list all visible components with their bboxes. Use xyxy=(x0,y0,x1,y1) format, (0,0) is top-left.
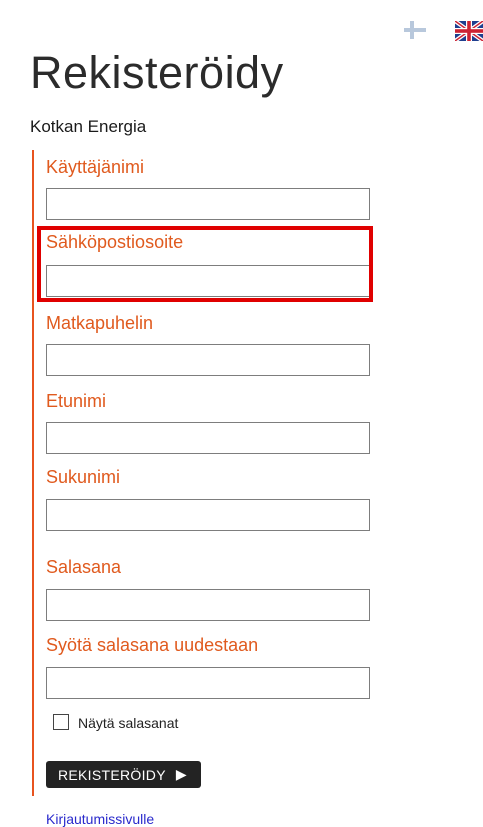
register-button-label: REKISTERÖIDY xyxy=(58,766,166,783)
show-passwords-label: Näytä salasanat xyxy=(78,715,179,731)
first-name-label: Etunimi xyxy=(46,391,107,411)
register-button[interactable]: REKISTERÖIDY ▶ xyxy=(46,761,201,788)
mobile-input[interactable] xyxy=(46,344,370,376)
mobile-label: Matkapuhelin xyxy=(46,313,154,333)
show-passwords-checkbox[interactable] xyxy=(53,714,69,730)
form-accent-rail xyxy=(32,150,34,796)
username-input[interactable] xyxy=(46,188,370,220)
last-name-input[interactable] xyxy=(46,499,370,531)
organization-name: Kotkan Energia xyxy=(30,117,147,136)
username-label: Käyttäjänimi xyxy=(46,157,145,177)
password-confirm-label: Syötä salasana uudestaan xyxy=(46,635,259,655)
page-title: Rekisteröidy xyxy=(30,47,284,98)
email-input[interactable] xyxy=(46,265,370,297)
password-label: Salasana xyxy=(46,557,122,577)
fi-flag-icon[interactable] xyxy=(404,21,426,39)
password-input[interactable] xyxy=(46,589,370,621)
email-label: Sähköpostiosoite xyxy=(46,232,184,252)
play-arrow-icon: ▶ xyxy=(175,766,187,782)
login-page-link[interactable]: Kirjautumissivulle xyxy=(46,811,154,827)
password-confirm-input[interactable] xyxy=(46,667,370,699)
uk-flag-icon[interactable] xyxy=(455,21,483,41)
last-name-label: Sukunimi xyxy=(46,467,121,487)
first-name-input[interactable] xyxy=(46,422,370,454)
